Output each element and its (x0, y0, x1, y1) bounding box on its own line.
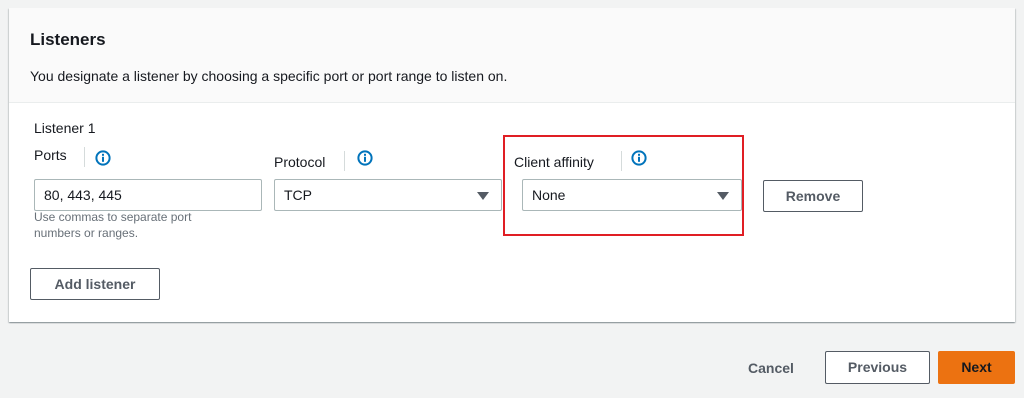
remove-listener-button[interactable]: Remove (763, 180, 863, 212)
cancel-button[interactable]: Cancel (736, 352, 806, 384)
ports-label: Ports (34, 147, 67, 163)
info-icon[interactable] (357, 150, 373, 166)
ports-hint: Use commas to separate port numbers or r… (34, 210, 192, 240)
client-affinity-highlight (503, 135, 744, 236)
caret-down-icon (477, 192, 489, 200)
panel-header: Listeners You designate a listener by ch… (9, 8, 1015, 103)
panel-title: Listeners (30, 30, 106, 49)
next-button[interactable]: Next (938, 351, 1015, 384)
ports-label-divider (84, 147, 85, 167)
ports-input[interactable] (34, 179, 262, 211)
info-icon[interactable] (95, 150, 111, 166)
panel-description: You designate a listener by choosing a s… (30, 68, 508, 84)
add-listener-button[interactable]: Add listener (30, 268, 160, 300)
protocol-label: Protocol (274, 154, 326, 170)
protocol-selected-value: TCP (284, 187, 312, 203)
protocol-label-divider (344, 151, 345, 171)
protocol-select[interactable]: TCP (274, 179, 502, 211)
previous-button[interactable]: Previous (825, 351, 930, 384)
listener-title: Listener 1 (34, 120, 96, 136)
